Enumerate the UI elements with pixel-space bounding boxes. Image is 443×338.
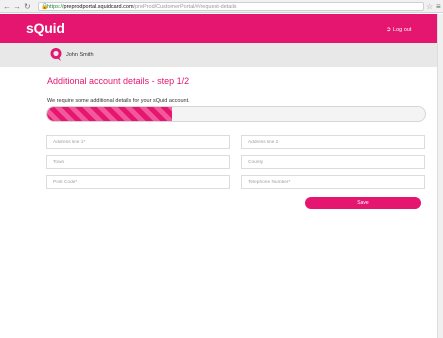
logout-button[interactable]: ➲ Log out (386, 26, 412, 34)
browser-menu-icon[interactable]: ≡ (436, 1, 441, 12)
logout-icon: ➲ (386, 27, 392, 33)
page-title: Additional account details - step 1/2 (47, 76, 190, 86)
browser-toolbar: ← → ↻ 🔒 https://preprodportal.squidcard.… (0, 0, 443, 13)
back-icon[interactable]: ← (3, 1, 11, 12)
page-scrollbar[interactable] (437, 14, 443, 338)
app-header: sQuid ➲ Log out (0, 14, 437, 43)
user-bar: John Smith (0, 43, 437, 67)
address-line-1-field[interactable] (46, 135, 230, 149)
county-field[interactable] (241, 155, 425, 169)
address-line-2-field[interactable] (241, 135, 425, 149)
telephone-number-field[interactable] (241, 175, 425, 189)
url-host: preprodportal.squidcard.com (63, 4, 134, 10)
squid-pin-icon (50, 48, 62, 61)
town-field[interactable] (46, 155, 230, 169)
reload-icon[interactable]: ↻ (24, 1, 31, 12)
bookmark-star-icon[interactable]: ☆ (426, 1, 433, 12)
lock-icon: 🔒 (41, 4, 49, 10)
progress-fill (47, 107, 172, 121)
page-subtitle: We require some additional details for y… (47, 98, 190, 104)
save-button[interactable]: Save (305, 197, 421, 209)
url-scheme: https:// (47, 4, 64, 10)
forward-icon[interactable]: → (13, 1, 21, 12)
user-name: John Smith (66, 52, 94, 58)
logout-label: Log out (393, 26, 412, 33)
post-code-field[interactable] (46, 175, 230, 189)
address-bar[interactable]: 🔒 https://preprodportal.squidcard.com/pr… (38, 2, 424, 11)
squid-logo: sQuid (26, 20, 65, 36)
url-path: /preProd/CustomerPortal/#/request-detail… (133, 4, 237, 10)
step-progress-bar (46, 106, 426, 122)
